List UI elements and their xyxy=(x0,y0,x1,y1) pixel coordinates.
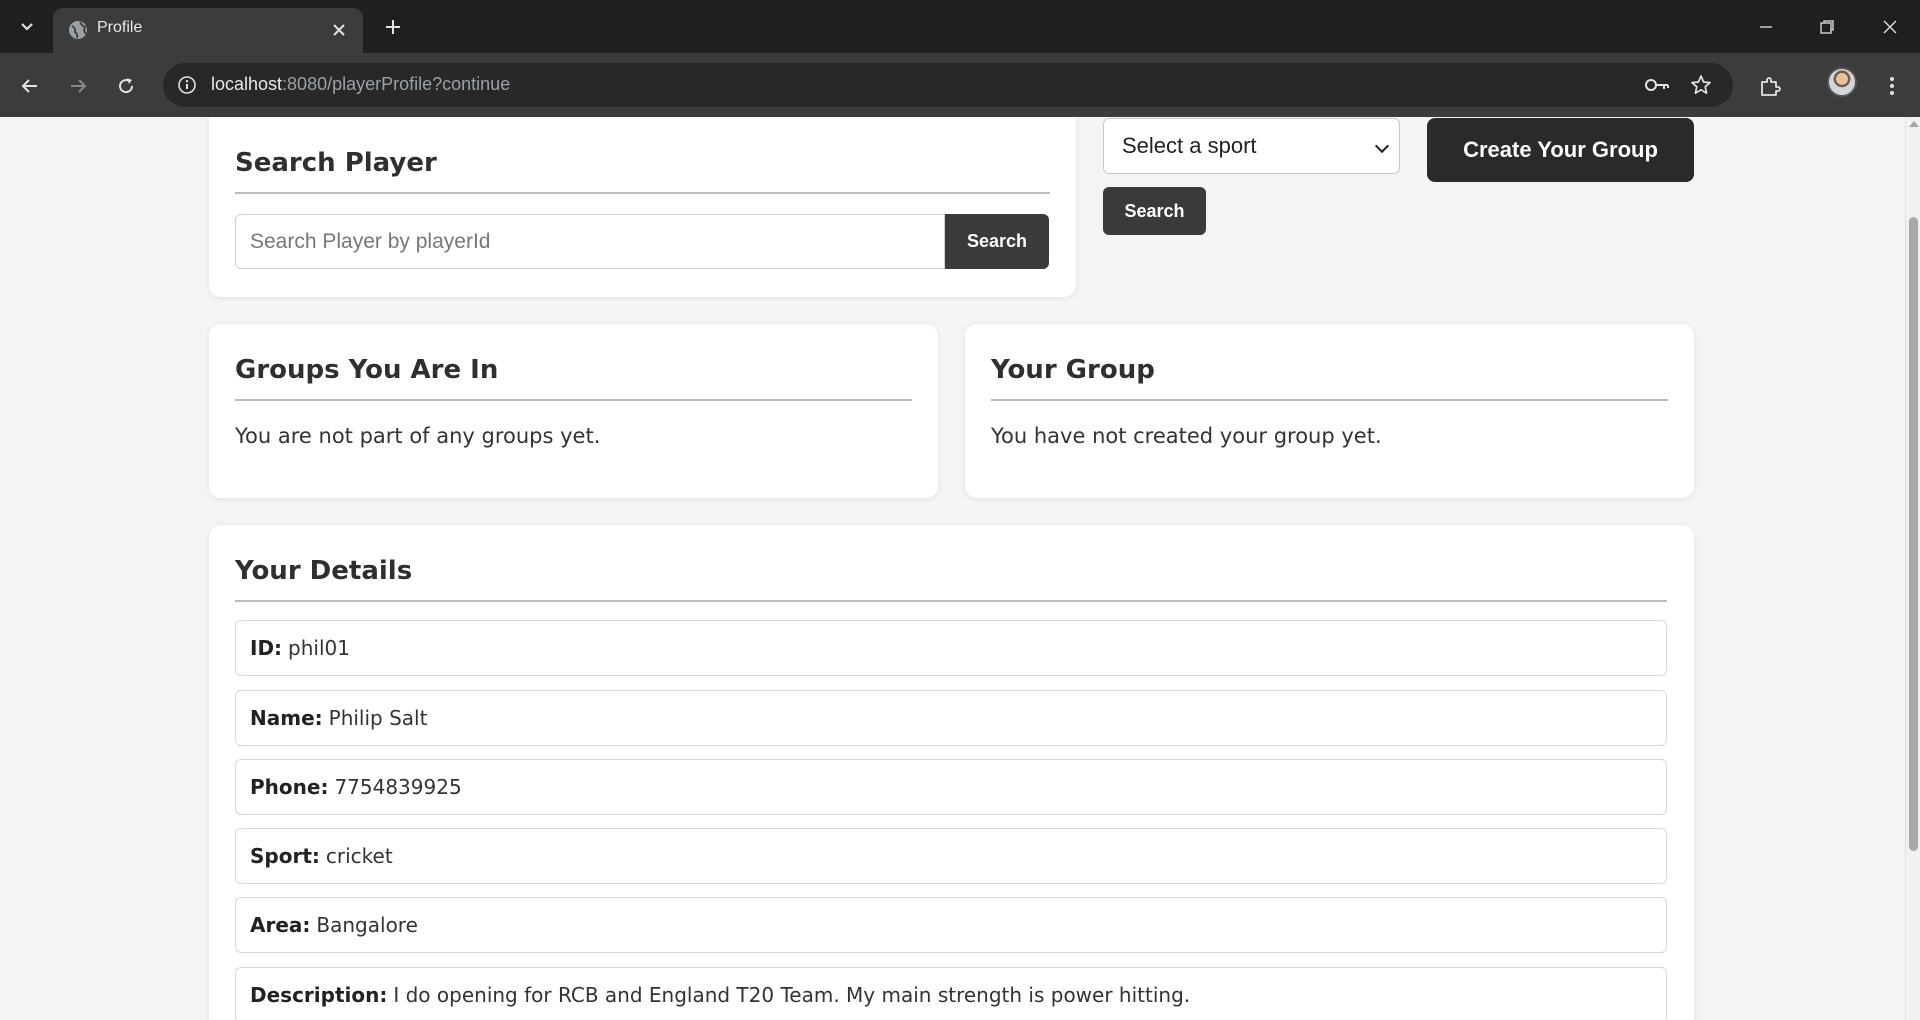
detail-value: Philip Salt xyxy=(328,706,428,730)
scrollbar-thumb[interactable] xyxy=(1909,217,1918,851)
detail-label: ID: xyxy=(250,636,283,660)
close-window-icon[interactable] xyxy=(1865,8,1915,46)
chevron-down-icon xyxy=(1374,138,1390,154)
menu-kebab-icon[interactable] xyxy=(1875,69,1909,103)
groups-in-title: Groups You Are In xyxy=(235,355,499,385)
your-details-title: Your Details xyxy=(235,556,413,586)
your-group-card: Your Group You have not created your gro… xyxy=(965,324,1694,498)
detail-label: Name: xyxy=(250,706,323,730)
detail-value: Bangalore xyxy=(316,913,418,937)
groups-in-empty-text: You are not part of any groups yet. xyxy=(235,424,601,448)
sport-select-value: Select a sport xyxy=(1122,133,1257,158)
globe-icon xyxy=(67,19,89,41)
groups-in-card: Groups You Are In You are not part of an… xyxy=(209,324,938,498)
restore-icon[interactable] xyxy=(1802,8,1852,46)
url-text: localhost:8080/playerProfile?continue xyxy=(211,74,511,94)
reload-icon[interactable] xyxy=(109,69,143,103)
search-player-card: Search Player Search xyxy=(209,117,1076,297)
detail-row-phone: Phone: 7754839925 xyxy=(235,759,1667,815)
detail-value: I do opening for RCB and England T20 Tea… xyxy=(393,983,1191,1007)
page-viewport: Search Player Search Select a sport Sear… xyxy=(0,117,1920,1020)
new-tab-plus-icon[interactable] xyxy=(378,12,408,42)
create-group-button[interactable]: Create Your Group xyxy=(1427,118,1694,182)
minimize-icon[interactable] xyxy=(1741,8,1791,46)
scroll-up-arrow-icon[interactable] xyxy=(1909,121,1919,127)
detail-row-name: Name: Philip Salt xyxy=(235,690,1667,746)
tab-title: Profile xyxy=(97,19,143,36)
detail-label: Description: xyxy=(250,983,388,1007)
password-key-icon[interactable] xyxy=(1643,71,1671,99)
page-scrollbar[interactable] xyxy=(1905,117,1920,1020)
bookmark-star-icon[interactable] xyxy=(1687,71,1715,99)
browser-tab-bar: Profile xyxy=(0,0,1920,53)
site-info-icon[interactable] xyxy=(173,71,201,99)
detail-row-id: ID: phil01 xyxy=(235,620,1667,676)
search-player-input[interactable] xyxy=(235,214,945,269)
sport-select[interactable]: Select a sport xyxy=(1103,118,1400,174)
detail-row-sport: Sport: cricket xyxy=(235,828,1667,884)
address-bar[interactable]: localhost:8080/playerProfile?continue xyxy=(163,63,1733,107)
your-group-empty-text: You have not created your group yet. xyxy=(991,424,1382,448)
detail-value: phil01 xyxy=(288,636,350,660)
browser-toolbar: localhost:8080/playerProfile?continue xyxy=(0,53,1920,117)
detail-label: Sport: xyxy=(250,844,320,868)
divider xyxy=(991,399,1668,401)
divider xyxy=(235,192,1050,194)
detail-label: Phone: xyxy=(250,775,329,799)
tab-search-chevron-icon[interactable] xyxy=(12,12,42,42)
divider xyxy=(235,600,1667,602)
back-arrow-icon[interactable] xyxy=(13,69,47,103)
detail-label: Area: xyxy=(250,913,311,937)
search-player-title: Search Player xyxy=(235,148,437,178)
divider xyxy=(235,399,912,401)
your-group-title: Your Group xyxy=(991,355,1155,385)
profile-avatar[interactable] xyxy=(1827,67,1857,97)
sport-search-button[interactable]: Search xyxy=(1103,187,1206,235)
browser-tab[interactable]: Profile xyxy=(53,8,363,53)
detail-row-area: Area: Bangalore xyxy=(235,897,1667,953)
close-tab-icon[interactable] xyxy=(327,18,351,42)
detail-value: 7754839925 xyxy=(334,775,462,799)
search-player-button[interactable]: Search xyxy=(945,214,1049,269)
detail-row-description: Description: I do opening for RCB and Eng… xyxy=(235,967,1667,1020)
detail-value: cricket xyxy=(325,844,393,868)
forward-arrow-icon[interactable] xyxy=(61,69,95,103)
your-details-card: Your Details ID: phil01 Name: Philip Salt … xyxy=(209,525,1694,1020)
extensions-puzzle-icon[interactable] xyxy=(1753,69,1787,103)
